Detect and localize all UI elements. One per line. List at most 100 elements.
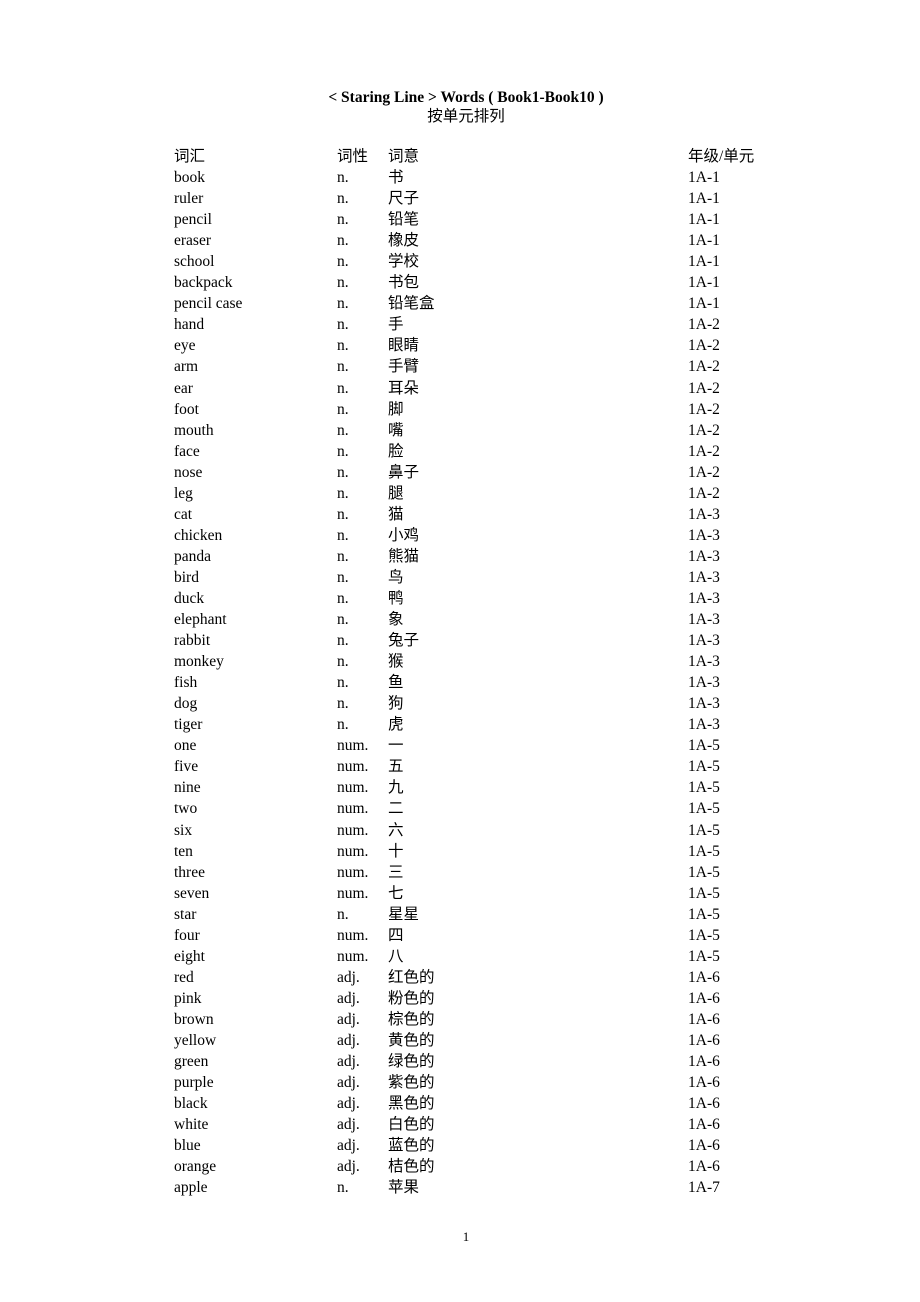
grade-unit-cell: 1A-5 (688, 926, 720, 944)
word-cell: eraser (174, 232, 211, 250)
part-of-speech-cell: num. (337, 821, 369, 839)
grade-unit-cell: 1A-1 (688, 211, 720, 229)
table-row: bird n. 鸟 1A-3 (174, 567, 794, 588)
table-row: eye n. 眼睛 1A-2 (174, 335, 794, 356)
grade-unit-cell: 1A-1 (688, 295, 720, 313)
meaning-cell: 脸 (388, 442, 404, 460)
part-of-speech-cell: adj. (337, 1158, 360, 1176)
word-cell: eye (174, 337, 196, 355)
grade-unit-cell: 1A-6 (688, 1031, 720, 1049)
word-cell: ten (174, 842, 193, 860)
part-of-speech-cell: adj. (337, 1053, 360, 1071)
header-word: 词汇 (174, 148, 206, 165)
grade-unit-cell: 1A-6 (688, 1116, 720, 1134)
part-of-speech-cell: n. (337, 232, 349, 250)
word-cell: pencil (174, 211, 212, 229)
part-of-speech-cell: n. (337, 463, 349, 481)
meaning-cell: 虎 (388, 716, 404, 734)
meaning-cell: 熊猫 (388, 547, 420, 565)
vocabulary-table: 词汇 词性 词意 年级/单元 book n. 书 1A-1 ruler n. 尺子 1A-1 p… (174, 146, 794, 1198)
grade-unit-cell: 1A-5 (688, 737, 720, 755)
table-row: three num. 三 1A-5 (174, 862, 794, 883)
word-cell: dog (174, 695, 198, 713)
word-cell: leg (174, 484, 193, 502)
part-of-speech-cell: n. (337, 379, 349, 397)
grade-unit-cell: 1A-5 (688, 863, 720, 881)
word-cell: monkey (174, 653, 224, 671)
part-of-speech-cell: n. (337, 611, 349, 629)
grade-unit-cell: 1A-3 (688, 611, 720, 629)
table-row: yellow adj. 黄色的 1A-6 (174, 1030, 794, 1051)
table-row: purple adj. 紫色的 1A-6 (174, 1072, 794, 1093)
table-row: black adj. 黑色的 1A-6 (174, 1093, 794, 1114)
table-row: book n. 书 1A-1 (174, 167, 794, 188)
word-cell: nose (174, 463, 203, 481)
word-cell: purple (174, 1074, 214, 1092)
meaning-cell: 狗 (388, 695, 404, 713)
word-cell: duck (174, 589, 205, 607)
table-row: school n. 学校 1A-1 (174, 251, 794, 272)
grade-unit-cell: 1A-5 (688, 947, 720, 965)
meaning-cell: 绿色的 (388, 1053, 435, 1071)
table-row: nose n. 鼻子 1A-2 (174, 462, 794, 483)
grade-unit-cell: 1A-2 (688, 463, 720, 481)
meaning-cell: 嘴 (388, 421, 404, 439)
table-row: star n. 星星 1A-5 (174, 904, 794, 925)
grade-unit-cell: 1A-5 (688, 821, 720, 839)
grade-unit-cell: 1A-2 (688, 358, 720, 376)
meaning-cell: 紫色的 (388, 1074, 435, 1092)
grade-unit-cell: 1A-2 (688, 379, 720, 397)
grade-unit-cell: 1A-3 (688, 568, 720, 586)
table-row: brown adj. 棕色的 1A-6 (174, 1009, 794, 1030)
header-part-of-speech: 词性 (337, 148, 369, 165)
part-of-speech-cell: n. (337, 211, 349, 229)
meaning-cell: 四 (388, 926, 404, 944)
word-cell: rabbit (174, 632, 211, 650)
part-of-speech-cell: n. (337, 695, 349, 713)
word-cell: nine (174, 779, 201, 797)
part-of-speech-cell: n. (337, 274, 349, 292)
table-row: four num. 四 1A-5 (174, 925, 794, 946)
word-cell: six (174, 821, 193, 839)
table-row: orange adj. 桔色的 1A-6 (174, 1156, 794, 1177)
grade-unit-cell: 1A-3 (688, 589, 720, 607)
word-cell: mouth (174, 421, 214, 439)
word-cell: panda (174, 547, 212, 565)
part-of-speech-cell: n. (337, 505, 349, 523)
grade-unit-cell: 1A-5 (688, 779, 720, 797)
table-row: green adj. 绿色的 1A-6 (174, 1051, 794, 1072)
grade-unit-cell: 1A-3 (688, 526, 720, 544)
meaning-cell: 小鸡 (388, 526, 420, 544)
grade-unit-cell: 1A-3 (688, 547, 720, 565)
table-header-row: 词汇 词性 词意 年级/单元 (174, 146, 794, 167)
part-of-speech-cell: n. (337, 589, 349, 607)
table-row: cat n. 猫 1A-3 (174, 504, 794, 525)
table-row: ear n. 耳朵 1A-2 (174, 378, 794, 399)
meaning-cell: 八 (388, 947, 404, 965)
word-cell: school (174, 253, 215, 271)
grade-unit-cell: 1A-6 (688, 1053, 720, 1071)
table-row: leg n. 腿 1A-2 (174, 483, 794, 504)
meaning-cell: 铅笔盒 (388, 295, 435, 313)
grade-unit-cell: 1A-1 (688, 232, 720, 250)
header-grade-unit: 年级/单元 (688, 148, 755, 165)
part-of-speech-cell: n. (337, 674, 349, 692)
table-row: elephant n. 象 1A-3 (174, 609, 794, 630)
table-row: eraser n. 橡皮 1A-1 (174, 230, 794, 251)
part-of-speech-cell: n. (337, 716, 349, 734)
grade-unit-cell: 1A-5 (688, 884, 720, 902)
table-row: panda n. 熊猫 1A-3 (174, 546, 794, 567)
word-cell: ruler (174, 190, 204, 208)
word-cell: four (174, 926, 200, 944)
word-cell: face (174, 442, 200, 460)
table-row: monkey n. 猴 1A-3 (174, 651, 794, 672)
part-of-speech-cell: n. (337, 316, 349, 334)
meaning-cell: 耳朵 (388, 379, 420, 397)
word-cell: arm (174, 358, 199, 376)
page-number: 1 (462, 1229, 470, 1244)
table-row: pink adj. 粉色的 1A-6 (174, 988, 794, 1009)
word-cell: orange (174, 1158, 217, 1176)
table-row: arm n. 手臂 1A-2 (174, 356, 794, 377)
table-row: eight num. 八 1A-5 (174, 946, 794, 967)
table-row: one num. 一 1A-5 (174, 735, 794, 756)
